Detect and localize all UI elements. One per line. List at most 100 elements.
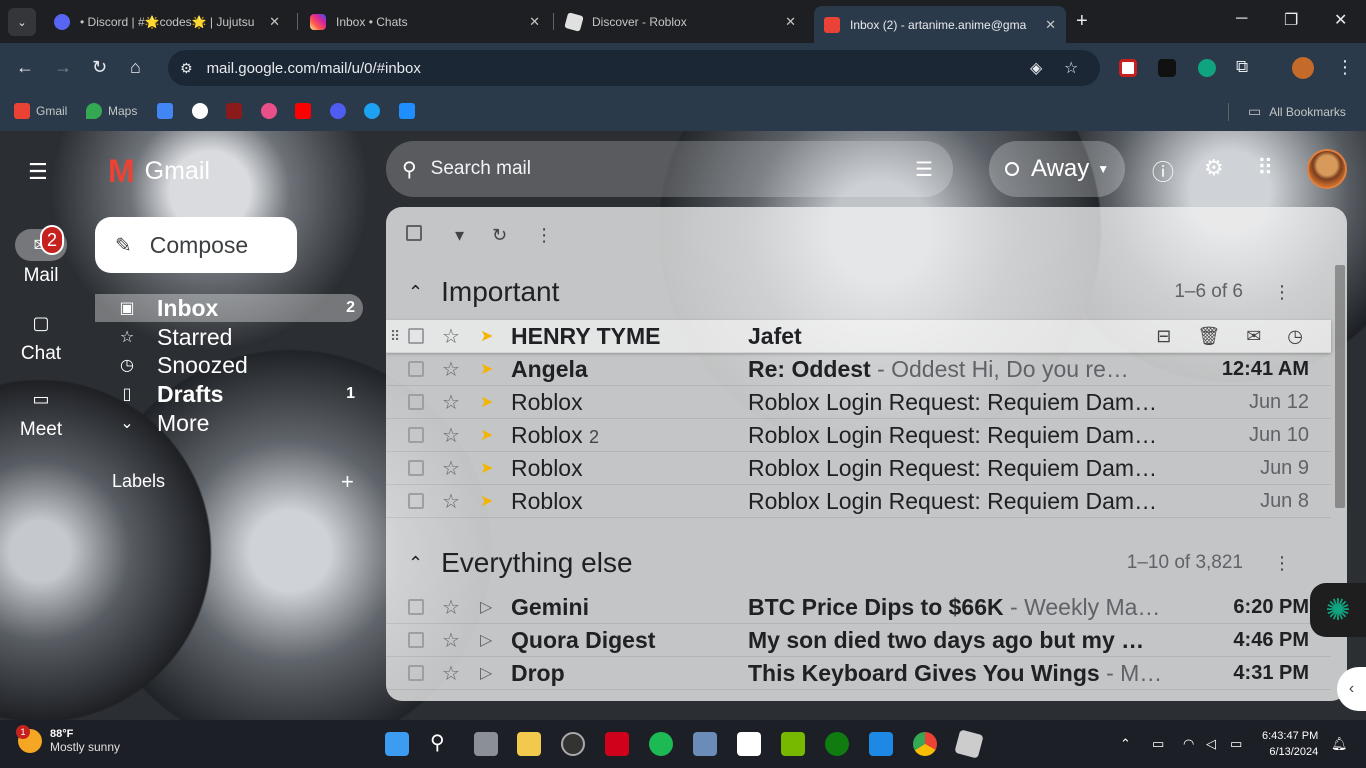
- gmail-logo[interactable]: M Gmail: [108, 153, 210, 190]
- important-marker-icon[interactable]: ➤: [480, 491, 493, 511]
- collapse-icon[interactable]: ⌃: [408, 282, 423, 303]
- extension-r-icon[interactable]: [1158, 59, 1176, 77]
- star-icon[interactable]: ☆: [442, 390, 460, 415]
- important-marker-icon[interactable]: ➤: [480, 392, 493, 412]
- section-menu-icon[interactable]: ⋮: [1273, 553, 1291, 574]
- search-options-icon[interactable]: ☰: [915, 157, 933, 182]
- app-icon[interactable]: [693, 732, 717, 756]
- media-player-icon[interactable]: [561, 732, 585, 756]
- email-row[interactable]: ☆ ➤ Roblox 2 Roblox Login Request: Requi…: [386, 419, 1331, 452]
- important-marker-icon[interactable]: ▷: [480, 630, 492, 650]
- capcut-icon[interactable]: [737, 732, 761, 756]
- snooze-icon[interactable]: ◷: [1287, 326, 1303, 347]
- tab-search-button[interactable]: ⌄: [8, 8, 36, 36]
- main-menu-icon[interactable]: ☰: [28, 159, 48, 185]
- account-avatar[interactable]: [1307, 149, 1347, 189]
- star-icon[interactable]: ☆: [442, 324, 460, 349]
- row-checkbox[interactable]: [408, 665, 424, 681]
- roblox-icon[interactable]: [954, 729, 984, 759]
- youtube-icon[interactable]: [295, 103, 311, 119]
- close-icon[interactable]: ✕: [785, 14, 796, 30]
- star-icon[interactable]: ☆: [442, 423, 460, 448]
- email-row[interactable]: ☆ ▷ Drop This Keyboard Gives You Wings -…: [386, 657, 1331, 690]
- app-icon[interactable]: [605, 732, 629, 756]
- email-row[interactable]: ☆ ➤ Roblox Roblox Login Request: Requiem…: [386, 485, 1331, 518]
- email-row[interactable]: ☆ ▷ Gemini BTC Price Dips to $66K - Week…: [386, 591, 1331, 624]
- delete-icon[interactable]: 🗑: [1197, 326, 1220, 347]
- select-all-checkbox[interactable]: ▾: [406, 225, 464, 246]
- compose-button[interactable]: ✎ Compose: [95, 217, 297, 273]
- star-icon[interactable]: ☆: [442, 628, 460, 653]
- back-button[interactable]: ←: [16, 57, 34, 78]
- bookmark-app-icon[interactable]: [226, 103, 242, 119]
- translate-icon[interactable]: ◈: [1030, 58, 1042, 78]
- important-marker-icon[interactable]: ▷: [480, 597, 492, 617]
- address-bar[interactable]: ⚙ mail.google.com/mail/u/0/#inbox ◈ ☆: [168, 50, 1100, 86]
- search-icon[interactable]: ⚲: [402, 157, 417, 182]
- row-checkbox[interactable]: [408, 394, 424, 410]
- star-icon[interactable]: ☆: [442, 595, 460, 620]
- search-input[interactable]: [430, 158, 871, 180]
- important-marker-icon[interactable]: ➤: [480, 359, 493, 379]
- tab-instagram[interactable]: Inbox • Chats ✕: [300, 6, 550, 37]
- archive-icon[interactable]: ⊟: [1156, 326, 1171, 347]
- tab-roblox[interactable]: Discover - Roblox ✕: [556, 6, 806, 37]
- row-checkbox[interactable]: [408, 427, 424, 443]
- close-window-button[interactable]: ✕: [1334, 10, 1347, 30]
- row-checkbox[interactable]: [408, 328, 424, 344]
- close-icon[interactable]: ✕: [1045, 17, 1056, 33]
- volume-icon[interactable]: ◁: [1206, 736, 1216, 752]
- row-checkbox[interactable]: [408, 493, 424, 509]
- important-marker-icon[interactable]: ➤: [480, 458, 493, 478]
- star-icon[interactable]: ☆: [442, 456, 460, 481]
- google-translate-icon[interactable]: [157, 103, 173, 119]
- email-row[interactable]: ☆ ▷ Quora Digest My son died two days ag…: [386, 624, 1331, 657]
- defender-icon[interactable]: [869, 732, 893, 756]
- search-icon[interactable]: ⚲: [430, 730, 445, 755]
- profile-avatar[interactable]: [1292, 57, 1314, 79]
- new-tab-button[interactable]: +: [1076, 10, 1088, 33]
- folder-snoozed[interactable]: ◷ Snoozed: [95, 351, 363, 379]
- tray-overflow-icon[interactable]: ⌃: [1120, 736, 1131, 752]
- email-row[interactable]: ☆ ➤ Roblox Roblox Login Request: Requiem…: [386, 452, 1331, 485]
- scrollbar[interactable]: [1335, 265, 1345, 508]
- home-icon[interactable]: ⌂: [130, 57, 141, 78]
- close-icon[interactable]: ✕: [529, 14, 540, 30]
- file-explorer-icon[interactable]: [517, 732, 541, 756]
- forward-button[interactable]: →: [54, 57, 72, 78]
- tab-discord[interactable]: • Discord | #🌟codes🌟 | Jujutsu ✕: [44, 6, 290, 37]
- start-icon[interactable]: [385, 732, 409, 756]
- row-checkbox[interactable]: [408, 599, 424, 615]
- restore-button[interactable]: ❐: [1284, 10, 1298, 30]
- task-view-icon[interactable]: [474, 732, 498, 756]
- collapse-icon[interactable]: ⌃: [408, 553, 423, 574]
- system-clock[interactable]: 6:43:47 PM 6/13/2024: [1262, 728, 1318, 760]
- section-menu-icon[interactable]: ⋮: [1273, 282, 1291, 303]
- status-selector[interactable]: Away ▼: [989, 141, 1125, 197]
- important-marker-icon[interactable]: ➤: [480, 326, 493, 346]
- chatgpt-sidebar-icon[interactable]: ✺: [1310, 583, 1366, 637]
- folder-inbox[interactable]: ▣ Inbox 2: [95, 294, 363, 322]
- bookmark-app-icon[interactable]: [330, 103, 346, 119]
- email-row[interactable]: ☆ ➤ Roblox Roblox Login Request: Requiem…: [386, 386, 1331, 419]
- drag-handle-icon[interactable]: ⠿: [390, 328, 400, 345]
- wifi-icon[interactable]: ◠: [1183, 736, 1194, 752]
- bookmark-app-icon[interactable]: [261, 103, 277, 119]
- chrome-icon[interactable]: [913, 732, 937, 756]
- settings-gear-icon[interactable]: ⚙: [1204, 155, 1224, 181]
- row-checkbox[interactable]: [408, 632, 424, 648]
- spotify-icon[interactable]: [649, 732, 673, 756]
- bookmark-app-icon[interactable]: [364, 103, 380, 119]
- tray-app-icon[interactable]: ▭: [1152, 736, 1164, 752]
- row-checkbox[interactable]: [408, 460, 424, 476]
- rail-meet[interactable]: ▭ Meet: [0, 383, 82, 441]
- minimize-button[interactable]: ─: [1236, 10, 1247, 28]
- bookmark-maps[interactable]: Maps: [86, 103, 137, 119]
- important-marker-icon[interactable]: ▷: [480, 663, 492, 683]
- site-info-icon[interactable]: ⚙: [180, 60, 193, 77]
- browser-menu-icon[interactable]: ⋮: [1336, 57, 1354, 78]
- more-actions-icon[interactable]: ⋮: [535, 225, 553, 246]
- extensions-puzzle-icon[interactable]: ⧉: [1236, 57, 1248, 77]
- search-bar[interactable]: ⚲ ☰: [386, 141, 953, 197]
- close-icon[interactable]: ✕: [269, 14, 280, 30]
